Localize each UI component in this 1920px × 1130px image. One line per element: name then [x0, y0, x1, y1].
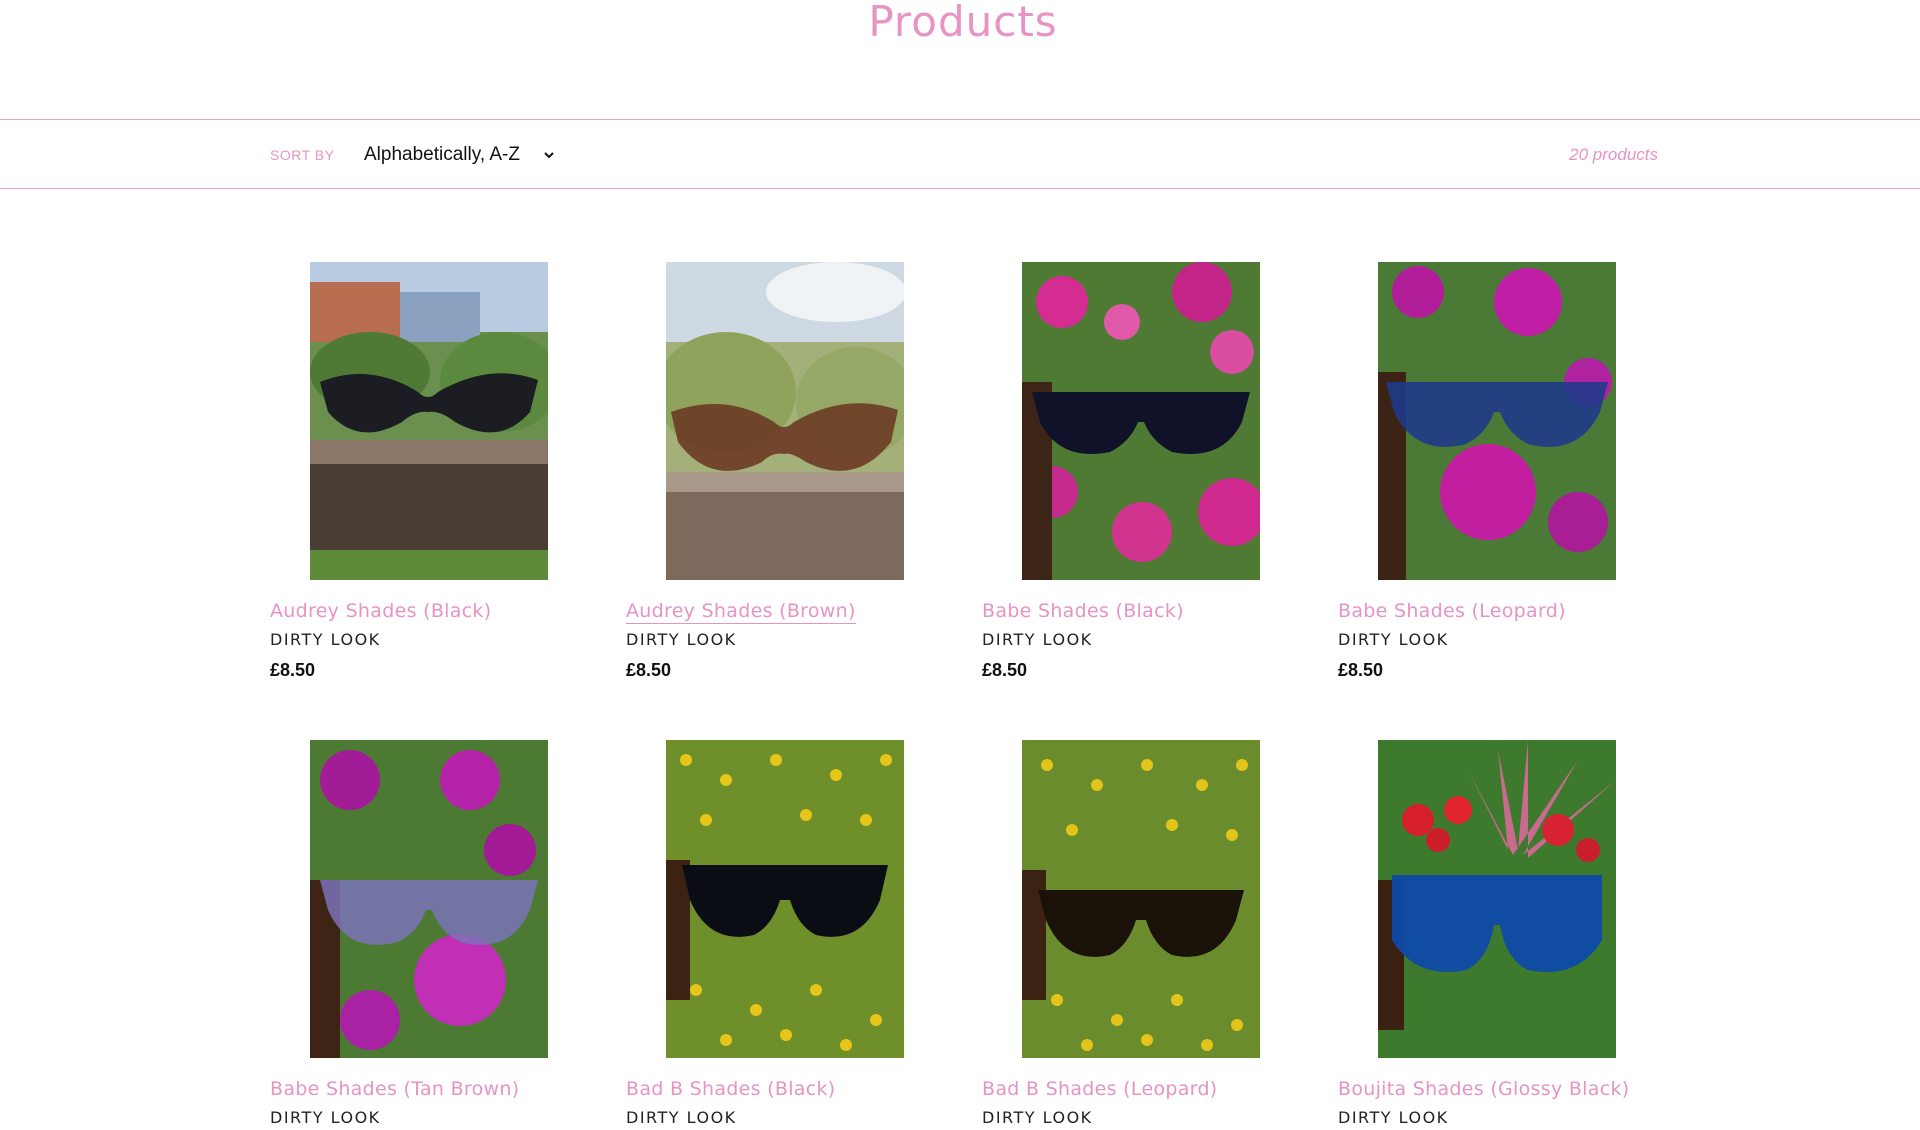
product-title[interactable]: Babe Shades (Tan Brown): [270, 1078, 519, 1100]
product-image[interactable]: [1022, 262, 1260, 580]
product-vendor: DIRTY LOOK: [982, 1108, 1093, 1127]
product-title[interactable]: Boujita Shades (Glossy Black): [1338, 1078, 1629, 1100]
sunglasses-photo-icon: [1378, 262, 1616, 580]
product-count: 20 products: [1569, 145, 1658, 164]
sunglasses-photo-icon: [1022, 262, 1260, 580]
product-image[interactable]: [1378, 740, 1616, 1058]
chevron-down-icon: [544, 152, 554, 159]
sort-label: SORT BY: [270, 147, 335, 163]
product-image[interactable]: [310, 740, 548, 1058]
product-title[interactable]: Audrey Shades (Black): [270, 600, 491, 622]
sunglasses-photo-icon: [310, 740, 548, 1058]
product-vendor: DIRTY LOOK: [270, 630, 381, 649]
product-title[interactable]: Babe Shades (Leopard): [1338, 600, 1566, 622]
product-image[interactable]: [1022, 740, 1260, 1058]
sunglasses-photo-icon: [1378, 740, 1616, 1058]
sunglasses-photo-icon: [1022, 740, 1260, 1058]
product-image[interactable]: [310, 262, 548, 580]
product-image[interactable]: [666, 262, 904, 580]
sort-select[interactable]: Alphabetically, A-Z: [364, 137, 556, 173]
filter-bar: SORT BY Alphabetically, A-Z 20 products: [0, 119, 1920, 189]
sort-selected-value: Alphabetically, A-Z: [364, 144, 520, 165]
product-vendor: DIRTY LOOK: [626, 1108, 737, 1127]
product-title[interactable]: Bad B Shades (Leopard): [982, 1078, 1218, 1100]
product-price: £8.50: [982, 660, 1028, 680]
collection-page: Products SORT BY Alphabetically, A-Z 20 …: [0, 0, 1920, 1130]
sunglasses-photo-icon: [666, 740, 904, 1058]
product-vendor: DIRTY LOOK: [270, 1108, 381, 1127]
product-price: £8.50: [626, 660, 672, 680]
product-title[interactable]: Audrey Shades (Brown): [626, 600, 856, 624]
product-image[interactable]: [666, 740, 904, 1058]
product-vendor: DIRTY LOOK: [626, 630, 737, 649]
product-price: £8.50: [270, 660, 316, 680]
product-price: £8.50: [1338, 660, 1384, 680]
sunglasses-photo-icon: [666, 262, 904, 580]
product-vendor: DIRTY LOOK: [1338, 1108, 1449, 1127]
product-image[interactable]: [1378, 262, 1616, 580]
sunglasses-photo-icon: [310, 262, 548, 580]
product-title[interactable]: Bad B Shades (Black): [626, 1078, 836, 1100]
product-vendor: DIRTY LOOK: [1338, 630, 1449, 649]
page-title: Products: [868, 0, 1058, 46]
product-title[interactable]: Babe Shades (Black): [982, 600, 1184, 622]
product-vendor: DIRTY LOOK: [982, 630, 1093, 649]
